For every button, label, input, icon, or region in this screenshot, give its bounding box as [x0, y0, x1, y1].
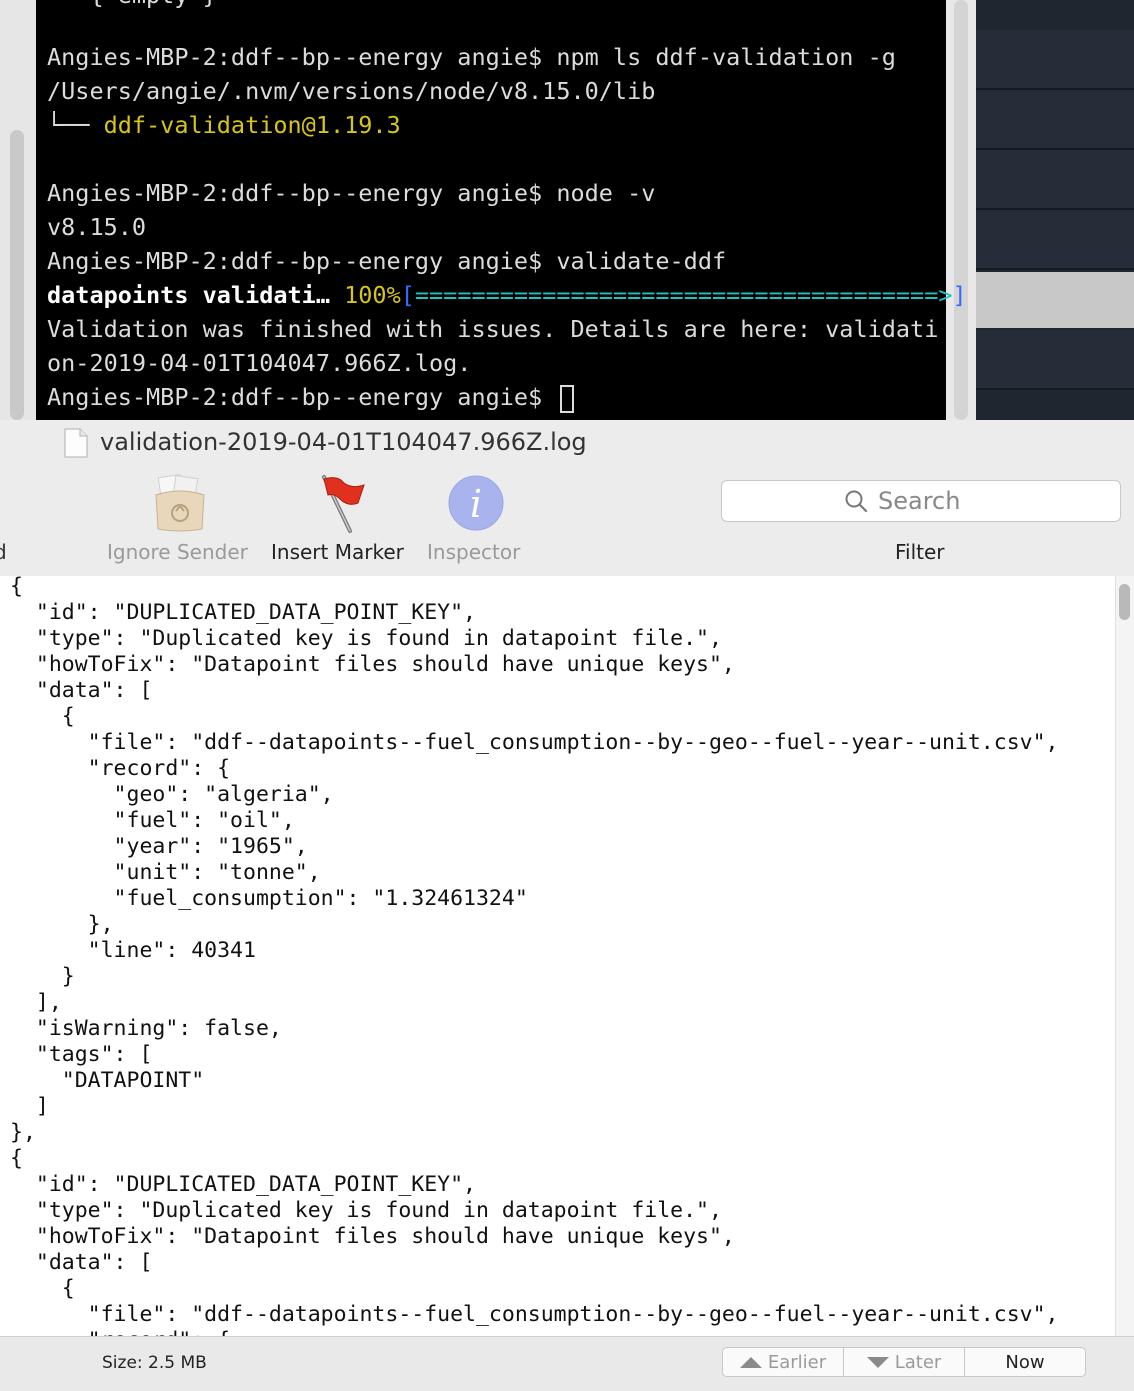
svg-text:i: i — [470, 482, 482, 526]
terminal-cursor — [560, 384, 575, 413]
terminal-line: └── ddf-validation@1.19.3 — [47, 108, 401, 142]
terminal-line: /Users/angie/.nvm/versions/node/v8.15.0/… — [47, 77, 656, 105]
terminal-line: Angies-MBP-2:ddf--bp--energy angie$ npm … — [47, 43, 896, 71]
search-icon — [845, 490, 868, 513]
package-name: ddf-validation@1.19.3 — [103, 111, 401, 139]
log-viewer-window: validation-2019-04-01T104047.966Z.log d … — [0, 420, 1134, 1391]
background-row — [976, 330, 1134, 390]
later-button[interactable]: Later — [844, 1348, 965, 1376]
now-label: Now — [1005, 1351, 1045, 1373]
terminal-line: { empty } — [47, 0, 216, 12]
inspector-label: Inspector — [427, 540, 521, 564]
terminal-line: on-2019-04-01T104047.966Z.log. — [47, 349, 472, 377]
background-row — [976, 90, 1134, 150]
log-text: { "id": "DUPLICATED_DATA_POINT_KEY", "ty… — [10, 576, 1059, 1336]
scrollbar-thumb[interactable] — [1119, 584, 1130, 620]
search-field[interactable]: Search — [721, 480, 1121, 522]
ignore-sender-icon — [155, 474, 205, 532]
terminal-prompt-line: Angies-MBP-2:ddf--bp--energy angie$ — [47, 380, 575, 414]
background-row — [976, 150, 1134, 210]
info-icon: i — [448, 475, 504, 531]
ignore-sender-label: Ignore Sender — [107, 540, 248, 564]
progress-line: datapoints validati… 100%[==============… — [47, 278, 967, 312]
triangle-down-icon — [866, 1356, 889, 1368]
terminal-window[interactable]: { empty } Angies-MBP-2:ddf--bp--energy a… — [36, 0, 967, 420]
background-row — [976, 210, 1134, 270]
insert-marker-label: Insert Marker — [271, 540, 404, 564]
background-window-right — [976, 0, 1134, 420]
terminal-scrollbar[interactable] — [954, 0, 968, 420]
toolbar: d Ignore Sender Insert Marker i Inspecto… — [0, 468, 1134, 577]
terminal-scrollbar-track — [946, 0, 976, 420]
terminal-line: Angies-MBP-2:ddf--bp--energy angie$ node… — [47, 179, 656, 207]
status-bar: Size: 2.5 MB Earlier Later Now — [0, 1336, 1134, 1391]
filter-label: Filter — [895, 540, 945, 564]
progress-bar-open: [ — [400, 281, 415, 309]
flag-icon — [322, 475, 365, 533]
window-title: validation-2019-04-01T104047.966Z.log — [100, 428, 587, 456]
terminal-prompt: Angies-MBP-2:ddf--bp--energy angie$ — [47, 383, 557, 411]
progress-percent: 100% — [344, 281, 401, 309]
now-button[interactable]: Now — [965, 1348, 1085, 1376]
terminal-line: v8.15.0 — [47, 213, 147, 241]
background-row — [976, 30, 1134, 90]
file-size: Size: 2.5 MB — [102, 1353, 207, 1373]
later-label: Later — [894, 1351, 942, 1373]
progress-bar-fill: =====================================> — [414, 281, 953, 309]
toolbar-truncated-label: d — [0, 540, 7, 564]
search-content: Search — [844, 487, 960, 515]
earlier-button[interactable]: Earlier — [723, 1348, 844, 1376]
search-placeholder: Search — [878, 487, 961, 515]
tree-branch: └── — [47, 111, 104, 139]
earlier-label: Earlier — [767, 1351, 827, 1373]
log-content[interactable]: { "id": "DUPLICATED_DATA_POINT_KEY", "ty… — [0, 576, 1134, 1336]
triangle-up-icon — [739, 1356, 762, 1368]
background-row-selected — [976, 272, 1134, 328]
terminal-line: Validation was finished with issues. Det… — [47, 315, 939, 343]
vertical-scrollbar[interactable] — [1115, 576, 1134, 1336]
terminal-line: Angies-MBP-2:ddf--bp--energy angie$ vali… — [47, 247, 727, 275]
background-window-left — [0, 0, 36, 420]
navigation-segmented-control: Earlier Later Now — [722, 1347, 1086, 1377]
title-bar: validation-2019-04-01T104047.966Z.log — [0, 420, 1134, 468]
progress-label: datapoints validati… — [47, 281, 345, 309]
background-scrollbar — [10, 130, 24, 420]
document-icon — [64, 428, 88, 458]
progress-bar-close: ] — [952, 281, 967, 309]
